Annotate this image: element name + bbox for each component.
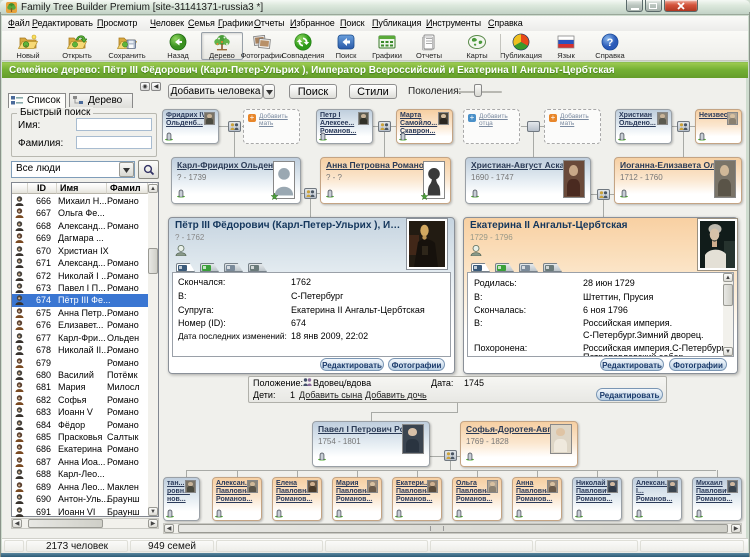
svg-text:?: ? [607,37,614,49]
